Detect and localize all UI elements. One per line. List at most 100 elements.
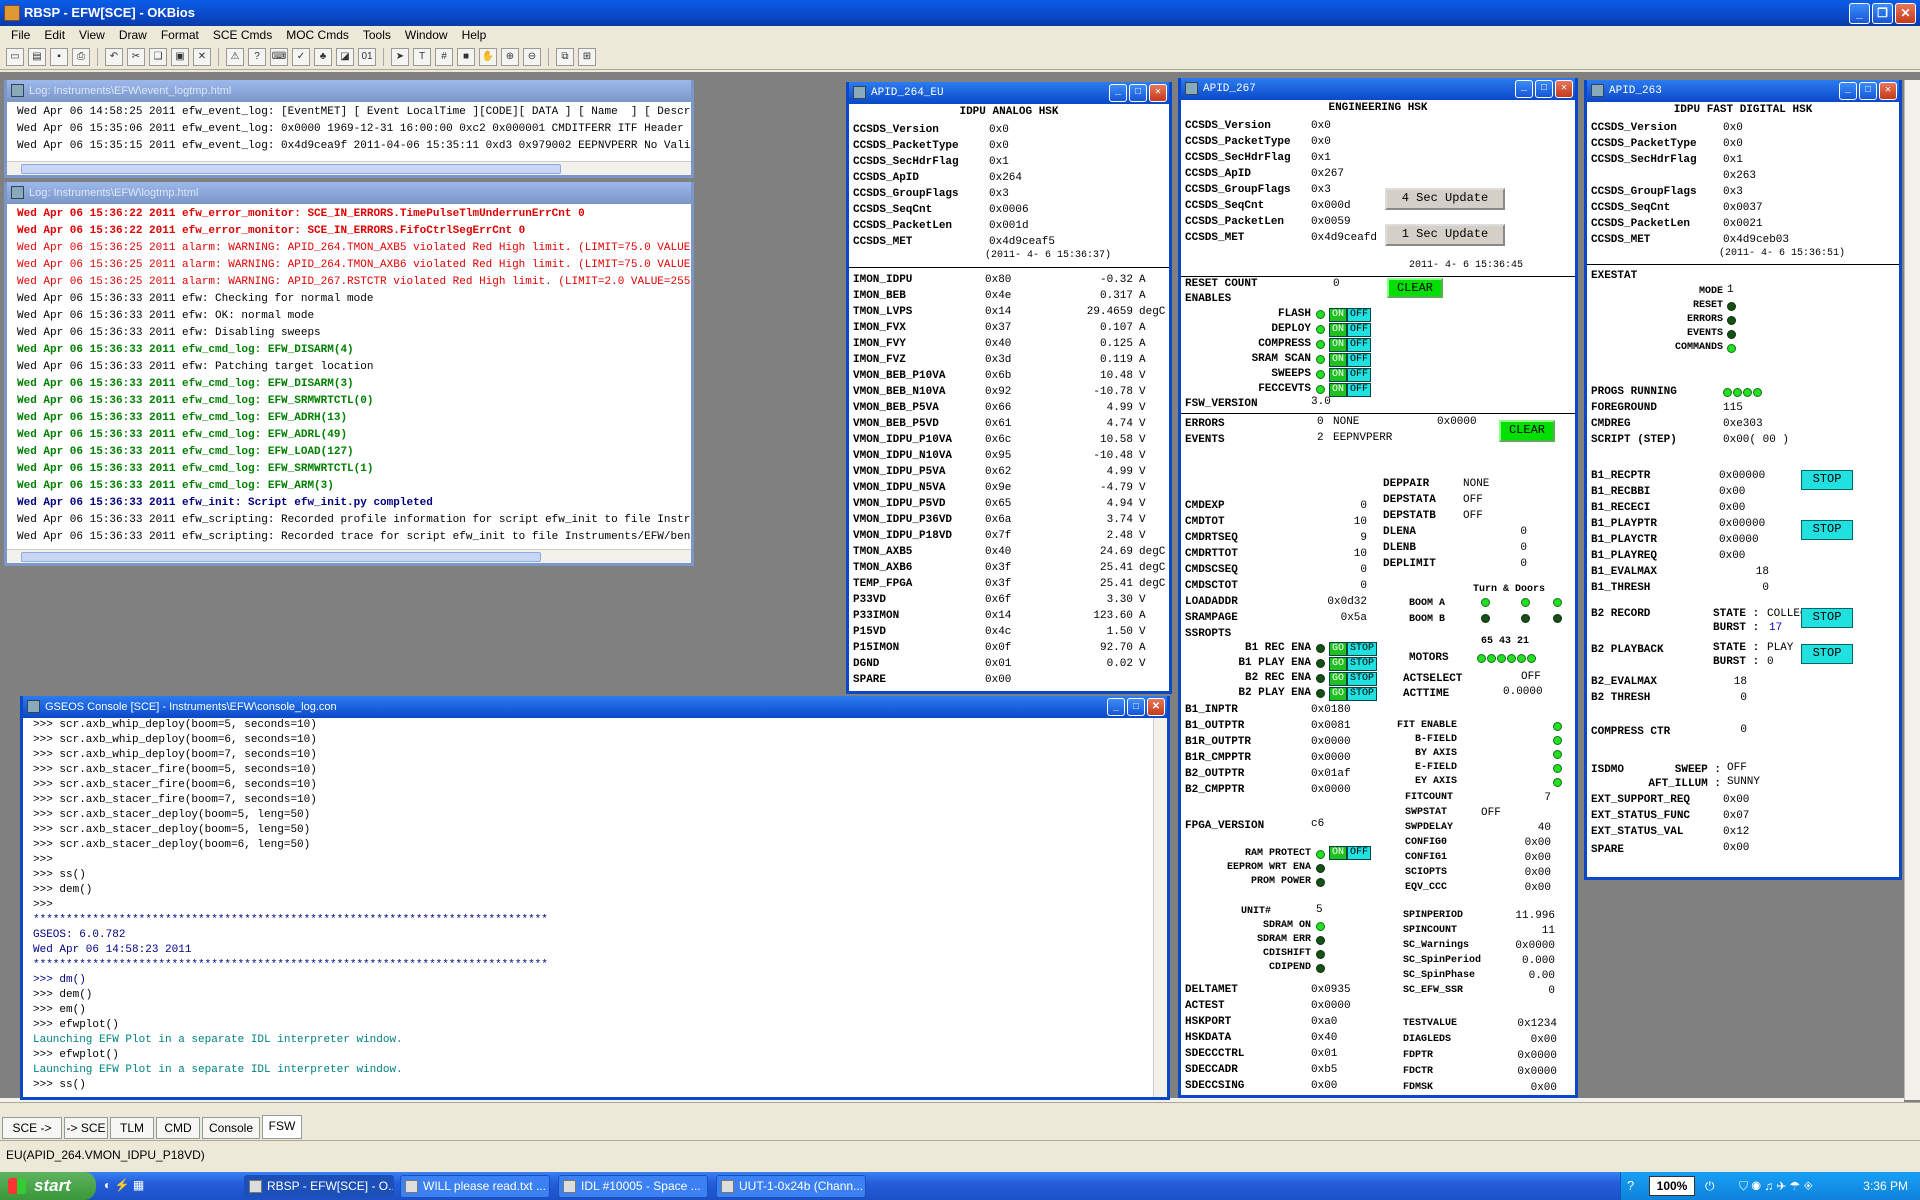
4-sec-update-button[interactable]: 4 Sec Update (1385, 188, 1505, 210)
apid263-titlebar[interactable]: APID_263 _ □ ✕ (1587, 80, 1899, 102)
close-button[interactable]: ✕ (1147, 698, 1165, 716)
tab-sce[interactable]: -> SCE (64, 1117, 108, 1139)
menu-item[interactable]: SCE Cmds (206, 26, 279, 44)
enable-switch[interactable]: ON OFF (1329, 323, 1372, 337)
switch-on[interactable]: GO (1329, 657, 1348, 671)
chart-icon[interactable]: ◪ (336, 47, 354, 66)
b1-play-stop-button[interactable]: STOP (1801, 520, 1853, 540)
menu-item[interactable]: Edit (37, 26, 72, 44)
menu-item[interactable]: File (4, 26, 37, 44)
maximize-button[interactable]: □ (1129, 84, 1147, 102)
switch-on[interactable]: GO (1329, 687, 1348, 701)
tab-fsw[interactable]: FSW (262, 1115, 302, 1139)
switch-on[interactable]: ON (1329, 383, 1348, 397)
zoom-indicator[interactable]: 100% (1649, 1176, 1695, 1196)
number-icon[interactable]: # (435, 47, 453, 66)
event-log-titlebar[interactable]: Log: Instruments\EFW\event_logtmp.html (7, 80, 691, 102)
apid263-window[interactable]: APID_263 _ □ ✕ IDPU FAST DIGITAL HSK CCSDS… (1584, 80, 1902, 880)
binary-icon[interactable]: 01 (358, 47, 376, 66)
enable-switch[interactable]: ON OFF (1329, 383, 1372, 397)
save-icon[interactable]: ▪ (50, 47, 68, 66)
go-stop-switch[interactable]: GO STOP (1329, 687, 1378, 701)
close-button[interactable]: ✕ (1149, 84, 1167, 102)
zoom-out-icon[interactable]: ⊖ (523, 47, 541, 66)
taskbar-item[interactable]: WILL please read.txt ... (400, 1175, 550, 1198)
switch-on[interactable]: ON (1329, 308, 1348, 322)
maximize-button[interactable]: ❐ (1872, 3, 1893, 24)
start-button[interactable]: start (0, 1172, 96, 1200)
event-log-hscroll[interactable] (7, 161, 691, 175)
maximize-button[interactable]: □ (1859, 82, 1877, 100)
switch-on[interactable]: GO (1329, 642, 1348, 656)
menu-item[interactable]: Window (398, 26, 455, 44)
check-icon[interactable]: ✓ (292, 47, 310, 66)
switch-off[interactable]: OFF (1347, 368, 1372, 382)
minimize-button[interactable]: _ (1515, 80, 1533, 98)
close-button[interactable]: ✕ (1555, 80, 1573, 98)
enable-switch[interactable]: ON OFF (1329, 353, 1372, 367)
go-stop-switch[interactable]: GO STOP (1329, 672, 1378, 686)
switch-on[interactable]: ON (1329, 353, 1348, 367)
print-icon[interactable]: ⎙ (72, 47, 90, 66)
switch-off[interactable]: OFF (1347, 353, 1372, 367)
switch-off[interactable]: OFF (1347, 383, 1372, 397)
switch-off[interactable]: OFF (1347, 323, 1372, 337)
menu-item[interactable]: Tools (356, 26, 398, 44)
tree-icon[interactable]: ♣ (314, 47, 332, 66)
close-button[interactable]: ✕ (1895, 3, 1916, 24)
ram-protect-switch[interactable]: ON OFF (1329, 846, 1372, 860)
console-window[interactable]: GSEOS Console [SCE] - Instruments\EFW\co… (20, 696, 1170, 1100)
taskbar-item[interactable]: RBSP - EFW[SCE] - O... (244, 1175, 394, 1198)
text-icon[interactable]: T (413, 47, 431, 66)
menu-item[interactable]: Draw (112, 26, 154, 44)
taskbar-item[interactable]: IDL #10005 - Space ... (558, 1175, 708, 1198)
menu-item[interactable]: View (72, 26, 112, 44)
warning-icon[interactable]: ⚠ (226, 47, 244, 66)
b1-rec-stop-button[interactable]: STOP (1801, 470, 1853, 490)
undo-icon[interactable]: ↶ (105, 47, 123, 66)
enable-switch[interactable]: ON OFF (1329, 338, 1372, 352)
switch-off[interactable]: OFF (1347, 338, 1372, 352)
switch-on[interactable]: ON (1329, 323, 1348, 337)
go-stop-switch[interactable]: GO STOP (1329, 657, 1378, 671)
main-log-hscroll[interactable] (7, 549, 691, 563)
switch-off[interactable]: OFF (1347, 846, 1372, 860)
switch-off[interactable]: OFF (1347, 308, 1372, 322)
clear-errors-button[interactable]: CLEAR (1499, 420, 1555, 442)
tab-cmd[interactable]: CMD (156, 1117, 200, 1139)
help-tray-icon[interactable]: ? (1627, 1172, 1634, 1200)
switch-on[interactable]: GO (1329, 672, 1348, 686)
tile-icon[interactable]: ⊞ (578, 47, 596, 66)
apid267-window[interactable]: APID_267 _ □ ✕ ENGINEERING HSK CCSDS_Versi… (1178, 78, 1578, 1098)
minimize-button[interactable]: _ (1849, 3, 1870, 24)
maximize-button[interactable]: □ (1127, 698, 1145, 716)
enable-switch[interactable]: ON OFF (1329, 308, 1372, 322)
console-body[interactable]: >>> scr.axb_whip_deploy(boom=5, seconds=… (23, 718, 1167, 1095)
switch-off[interactable]: STOP (1347, 642, 1378, 656)
event-log-window[interactable]: Log: Instruments\EFW\event_logtmp.html W… (4, 80, 694, 178)
apid267-titlebar[interactable]: APID_267 _ □ ✕ (1181, 78, 1575, 100)
minimize-button[interactable]: _ (1109, 84, 1127, 102)
b2-playback-stop-button[interactable]: STOP (1801, 644, 1853, 664)
switch-off[interactable]: STOP (1347, 657, 1378, 671)
keyboard-icon[interactable]: ⌨ (270, 47, 288, 66)
console-vscroll[interactable] (1153, 718, 1167, 1097)
switch-off[interactable]: STOP (1347, 687, 1378, 701)
tab-sce[interactable]: SCE -> (2, 1117, 62, 1139)
1-sec-update-button[interactable]: 1 Sec Update (1385, 224, 1505, 246)
open-icon[interactable]: ▤ (28, 47, 46, 66)
apid264-window[interactable]: APID_264_EU _ □ ✕ IDPU ANALOG HSK CCSDS_Ve… (846, 82, 1172, 694)
tray-icons[interactable]: ⛉ ◉ ♫ ✈ ☂ ◈ (1739, 1172, 1813, 1200)
switch-on[interactable]: ON (1329, 368, 1348, 382)
zoom-in-icon[interactable]: ⊕ (501, 47, 519, 66)
console-titlebar[interactable]: GSEOS Console [SCE] - Instruments\EFW\co… (23, 696, 1167, 718)
paste-icon[interactable]: ▣ (171, 47, 189, 66)
cascade-icon[interactable]: ⧉ (556, 47, 574, 66)
tab-console[interactable]: Console (202, 1117, 260, 1139)
delete-icon[interactable]: ✕ (193, 47, 211, 66)
b2-record-stop-button[interactable]: STOP (1801, 608, 1853, 628)
hand-icon[interactable]: ✋ (479, 47, 497, 66)
rectangle-icon[interactable]: ■ (457, 47, 475, 66)
maximize-button[interactable]: □ (1535, 80, 1553, 98)
main-log-window[interactable]: Log: Instruments\EFW\logtmp.html Wed Apr… (4, 182, 694, 566)
